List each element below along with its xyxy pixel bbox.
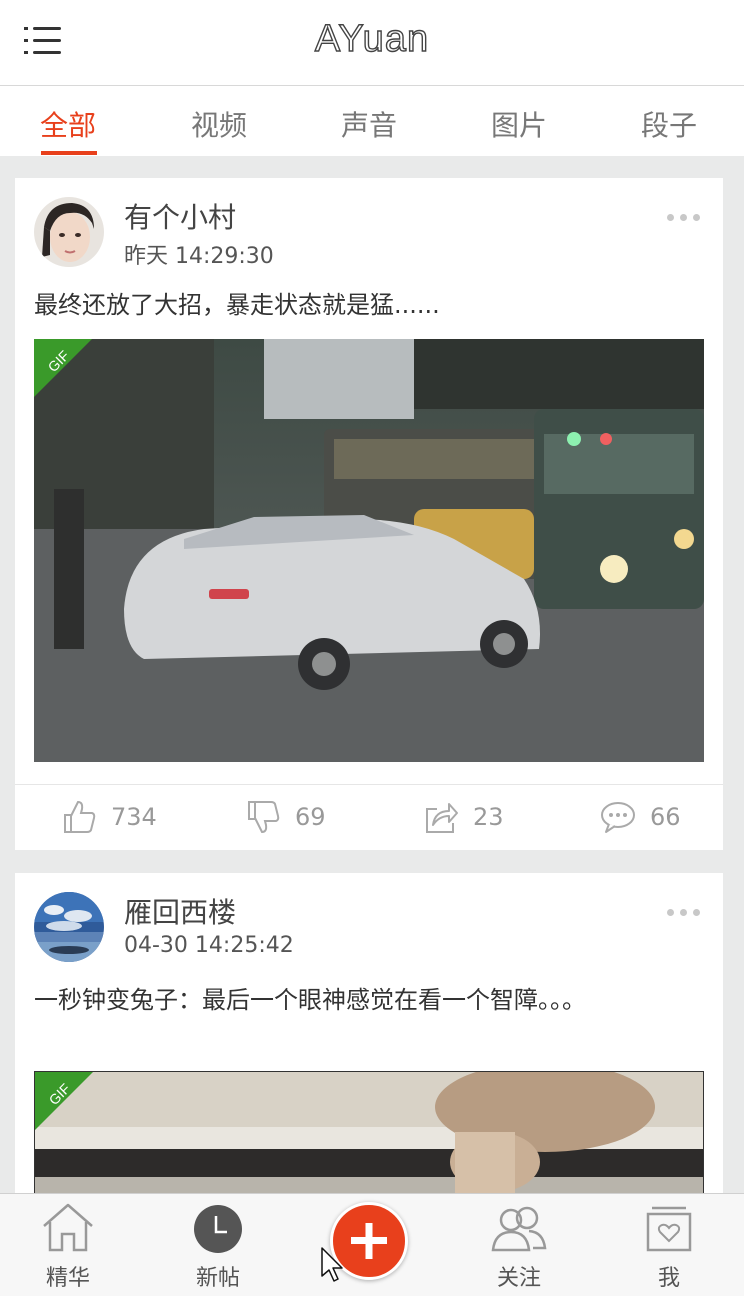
thumbs-up-icon (64, 800, 96, 833)
mouse-cursor-icon (321, 1247, 343, 1282)
profile-icon (646, 1206, 692, 1252)
post-time: 昨天 14:29:30 (124, 244, 274, 269)
dislike-button[interactable]: 69 (245, 797, 326, 837)
category-tabs: 全部 视频 声音 图片 段子 (0, 86, 744, 156)
nav-me[interactable]: 我 (614, 1202, 724, 1292)
avatar[interactable] (34, 892, 104, 962)
username[interactable]: 有个小村 (124, 196, 236, 236)
share-count: 23 (473, 803, 504, 831)
post-card: 有个小村 昨天 14:29:30 最终还放了大招，暴走状态就是猛...... G… (15, 178, 723, 850)
app-title: AYuan (314, 17, 430, 60)
share-button[interactable]: 23 (423, 797, 504, 837)
tab-joke[interactable]: 段子 (641, 104, 697, 144)
nav-featured[interactable]: 精华 (13, 1202, 123, 1292)
post-actions: 734 69 23 66 (15, 784, 723, 850)
post-time: 04-30 14:25:42 (124, 933, 294, 958)
comment-icon (601, 802, 635, 833)
nav-featured-label: 精华 (45, 1266, 90, 1291)
comment-count: 66 (650, 803, 681, 831)
post-gif-image[interactable]: GIF (34, 1071, 704, 1213)
post-text: 最终还放了大招，暴走状态就是猛...... (34, 291, 440, 319)
like-count: 734 (111, 803, 157, 831)
nav-new-posts[interactable]: 新帖 (163, 1202, 273, 1292)
more-options-icon[interactable] (667, 212, 701, 222)
tab-video[interactable]: 视频 (191, 104, 247, 144)
tab-all[interactable]: 全部 (40, 104, 96, 144)
users-icon (491, 1206, 547, 1252)
gif-badge-icon: GIF (34, 339, 92, 397)
username[interactable]: 雁回西楼 (124, 891, 236, 931)
active-tab-indicator (41, 151, 97, 155)
top-bar: AYuan (0, 0, 744, 86)
gif-badge-icon: GIF (35, 1072, 93, 1130)
dislike-count: 69 (295, 803, 326, 831)
thumbs-down-icon (248, 801, 280, 834)
post-card: 雁回西楼 04-30 14:25:42 一秒钟变兔子：最后一个眼神感觉在看一个智… (15, 873, 723, 1213)
share-icon (426, 803, 458, 833)
more-options-icon[interactable] (667, 907, 701, 917)
clock-icon (194, 1205, 242, 1253)
tab-image[interactable]: 图片 (491, 104, 547, 144)
nav-following-label: 关注 (496, 1266, 541, 1291)
comment-button[interactable]: 66 (600, 797, 681, 837)
nav-following[interactable]: 关注 (464, 1202, 574, 1292)
nav-new-posts-label: 新帖 (195, 1266, 240, 1291)
home-icon (43, 1203, 93, 1252)
tab-audio[interactable]: 声音 (341, 104, 397, 144)
like-button[interactable]: 734 (61, 797, 157, 837)
nav-me-label: 我 (657, 1266, 680, 1291)
avatar[interactable] (34, 197, 104, 267)
post-gif-image[interactable]: GIF (34, 339, 704, 762)
post-text: 一秒钟变兔子：最后一个眼神感觉在看一个智障。。。 (34, 986, 586, 1014)
